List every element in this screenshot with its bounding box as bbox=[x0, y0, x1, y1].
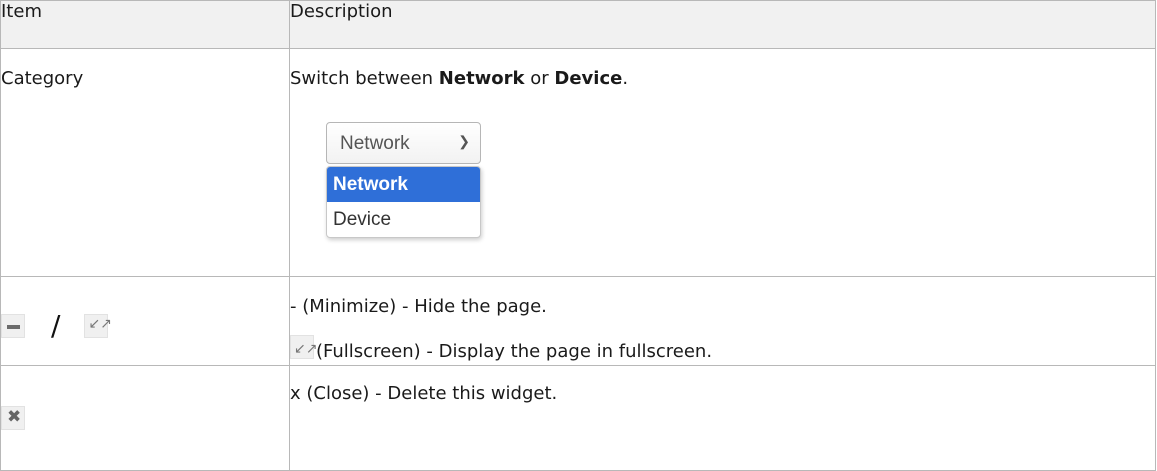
separator: / bbox=[51, 309, 61, 342]
column-header-item: Item bbox=[0, 0, 290, 49]
description-cell: - (Minimize) - Hide the page. ↙↗ (Fullscr… bbox=[289, 276, 1156, 366]
close-description: x (Close) - Delete this widget. bbox=[290, 383, 558, 404]
fullscreen-description: ↙↗ (Fullscreen) - Display the page in ful… bbox=[290, 335, 1155, 364]
item-cell: / ↙↗ bbox=[0, 276, 290, 366]
expand-arrows-icon: ↙↗ bbox=[84, 313, 112, 338]
select-value: Network bbox=[340, 133, 410, 154]
dropdown-list: Network Device bbox=[326, 166, 481, 238]
column-header-description: Description bbox=[289, 0, 1156, 49]
description-cell: x (Close) - Delete this widget. bbox=[289, 365, 1156, 471]
keyword-device: Device bbox=[554, 68, 623, 89]
description-text: Switch between Network or Device. bbox=[290, 68, 629, 89]
minus-icon bbox=[1, 313, 25, 338]
table-row: ✖ x (Close) - Delete this widget. bbox=[0, 365, 1156, 471]
icon-group: / ↙↗ bbox=[1, 309, 289, 342]
table-row: / ↙↗ - (Minimize) - Hide the page. ↙↗ (Ful… bbox=[0, 276, 1156, 366]
expand-arrows-icon: ↙↗ bbox=[290, 335, 317, 359]
minimize-description: - (Minimize) - Hide the page. bbox=[290, 296, 547, 317]
dropdown-option-device[interactable]: Device bbox=[327, 202, 480, 237]
table-row: Category Switch between Network or Devic… bbox=[0, 48, 1156, 277]
dropdown-option-network[interactable]: Network bbox=[327, 167, 480, 202]
item-cell: ✖ bbox=[0, 365, 290, 471]
dropdown-screenshot: Network ❯ Network Device bbox=[310, 110, 495, 264]
item-cell: Category bbox=[0, 48, 290, 277]
item-label: Category bbox=[1, 68, 84, 89]
description-cell: Switch between Network or Device. Networ… bbox=[289, 48, 1156, 277]
table-header-row: Item Description bbox=[0, 0, 1156, 49]
x-icon: ✖ bbox=[1, 406, 25, 430]
chevron-down-icon: ❯ bbox=[458, 133, 470, 149]
keyword-network: Network bbox=[438, 68, 525, 89]
category-select[interactable]: Network ❯ bbox=[326, 122, 481, 164]
icon-group: ✖ bbox=[1, 406, 289, 430]
description-table: Item Description Category Switch between… bbox=[0, 0, 1156, 471]
